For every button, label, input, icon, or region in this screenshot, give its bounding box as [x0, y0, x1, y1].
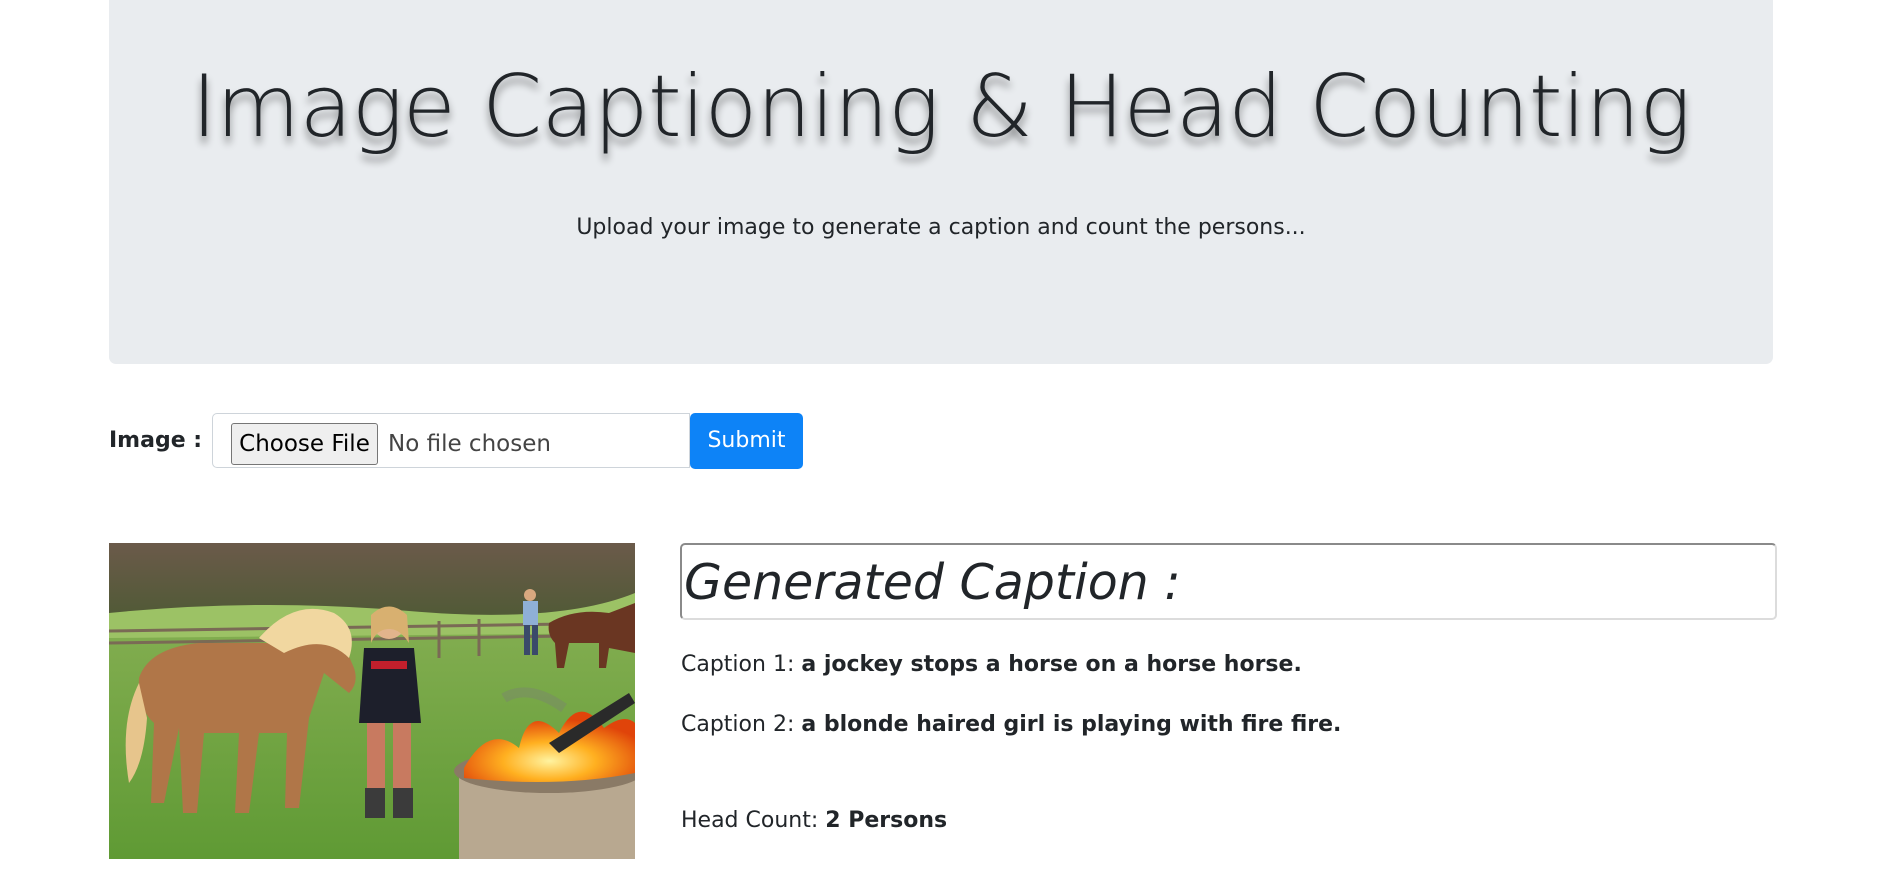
- submit-button[interactable]: Submit: [690, 413, 803, 469]
- caption-line-2: Caption 2: a blonde haired girl is playi…: [681, 710, 1341, 740]
- file-input[interactable]: Choose File No file chosen: [212, 413, 690, 468]
- caption-text: a jockey stops a horse on a horse horse.: [801, 652, 1302, 677]
- generated-caption-box: Generated Caption :: [680, 543, 1777, 620]
- head-count-value: 2 Persons: [825, 808, 948, 833]
- uploaded-image: [109, 543, 635, 859]
- generated-caption-heading: Generated Caption :: [684, 554, 1181, 611]
- jumbotron-header: Image Captioning & Head Counting Upload …: [109, 0, 1773, 364]
- head-count-line: Head Count: 2 Persons: [681, 806, 947, 836]
- page-subtitle: Upload your image to generate a caption …: [576, 215, 1306, 240]
- image-label: Image :: [109, 428, 203, 453]
- page-title: Image Captioning & Head Counting: [191, 57, 1691, 157]
- caption-label: Caption 2:: [681, 712, 795, 737]
- choose-file-button[interactable]: Choose File: [231, 423, 378, 465]
- head-count-label: Head Count:: [681, 808, 819, 833]
- caption-text: a blonde haired girl is playing with fir…: [801, 712, 1342, 737]
- caption-label: Caption 1:: [681, 652, 795, 677]
- upload-form: Image : Choose File No file chosen Submi…: [109, 413, 909, 471]
- file-status-text: No file chosen: [388, 431, 551, 457]
- caption-line-1: Caption 1: a jockey stops a horse on a h…: [681, 650, 1302, 680]
